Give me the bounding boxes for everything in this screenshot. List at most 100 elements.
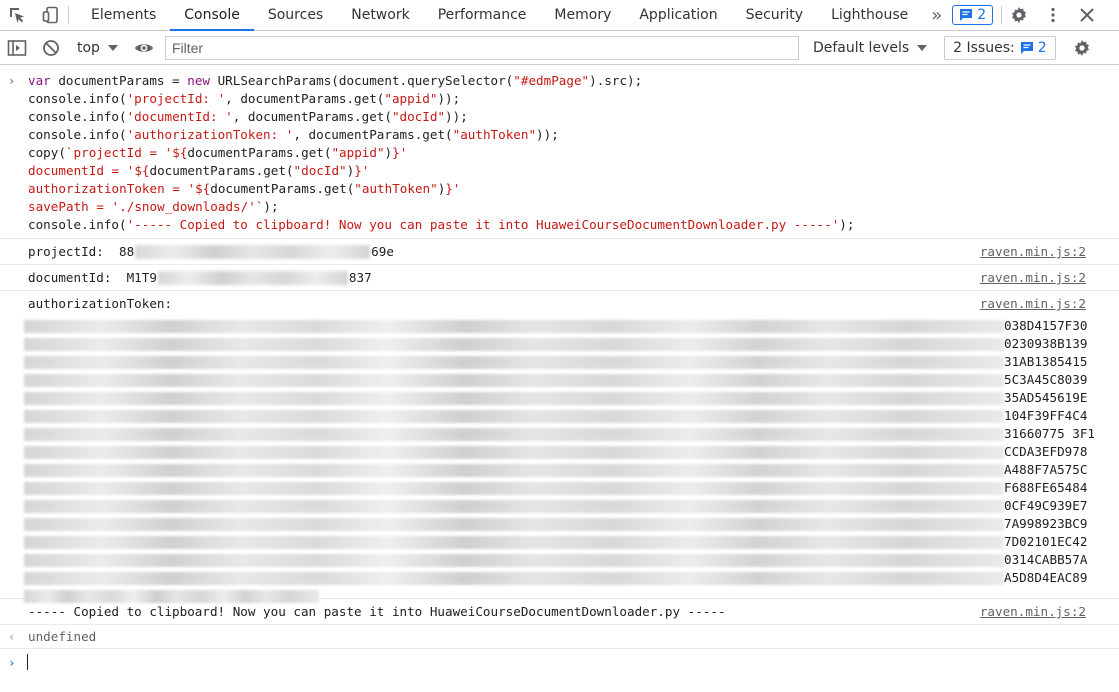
tab-security[interactable]: Security [732, 0, 818, 30]
show-sidebar-icon[interactable] [0, 39, 34, 57]
redacted-token-segment [24, 536, 1004, 549]
value-suffix: 837 [348, 269, 372, 285]
value-prefix: M1T9 [126, 269, 157, 285]
log-label: projectId: [28, 243, 104, 259]
close-devtools-icon[interactable] [1070, 0, 1104, 30]
issues-button[interactable]: 2 Issues: 2 [944, 35, 1056, 60]
log-entry-copied: ----- Copied to clipboard! Now you can p… [0, 599, 1119, 625]
context-selector[interactable]: top [69, 40, 126, 56]
issues-count: 2 [1037, 39, 1047, 56]
code-line: authorizationToken = '${documentParams.g… [28, 181, 461, 196]
code-line: console.info('authorizationToken: ', doc… [28, 127, 559, 142]
log-label: documentId: [28, 269, 112, 285]
issues-label: 2 Issues: [953, 39, 1015, 56]
code-line: copy(`projectId = '${documentParams.get(… [28, 145, 408, 160]
settings-gear-icon[interactable] [1002, 0, 1036, 30]
code-line: console.info('----- Copied to clipboard!… [28, 217, 855, 232]
token-line-end: 31AB1385415 [1004, 354, 1088, 369]
code-line: console.info('projectId: ', documentPara… [28, 91, 461, 106]
redacted-token-value: 038D4157F30 0230938B139 31AB1385415 5C3A45C… [24, 316, 1119, 603]
toolbar-divider [68, 6, 69, 24]
token-line-end: 5C3A45C8039 [1004, 372, 1088, 387]
result-arrow-icon: ‹ [8, 629, 16, 644]
log-message: projectId: 88 69e [28, 244, 394, 260]
token-line-end: 7A998923BC9 [1004, 516, 1088, 531]
issues-badge: 2 [1020, 40, 1047, 56]
filter-input[interactable]: Filter [164, 35, 799, 60]
token-line-end: 35AD545619E [1004, 390, 1088, 405]
log-entry-project-id: projectId: 88 69e raven.min.js:2 [0, 239, 1119, 265]
log-entry-document-id: documentId: M1T9 837 raven.min.js:2 [0, 265, 1119, 291]
token-line-end: A5D8D4EAC89 [1004, 570, 1088, 585]
console-settings-gear-icon[interactable] [1065, 39, 1099, 57]
tab-elements[interactable]: Elements [77, 0, 170, 30]
log-entry-auth-token: authorizationToken: raven.min.js:2 038D4… [0, 291, 1119, 603]
context-value: top [77, 39, 100, 56]
redacted-token-segment [24, 374, 1004, 387]
return-value: undefined [28, 629, 97, 644]
code-line: var documentParams = new URLSearchParams… [28, 73, 643, 88]
more-options-icon[interactable] [1036, 0, 1070, 30]
messages-badge[interactable]: 2 [952, 5, 994, 25]
token-line-end: 104F39FF4C4 [1004, 408, 1088, 423]
redacted-token-segment [24, 518, 1004, 531]
token-line-end: 0314CABB57A [1004, 552, 1088, 567]
command-input-echo: › var documentParams = new URLSearchParam… [0, 66, 1119, 239]
tab-network[interactable]: Network [337, 0, 423, 30]
redacted-token-segment [24, 464, 1004, 477]
prompt-chevron-icon: › [8, 654, 16, 670]
token-line-end: F688FE65484 [1004, 480, 1088, 495]
log-message: ----- Copied to clipboard! Now you can p… [28, 604, 726, 619]
tab-strip: Elements Console Sources Network Performance… [77, 0, 922, 31]
redacted-token-segment [24, 392, 1004, 405]
console-output: › var documentParams = new URLSearchParam… [0, 66, 1119, 675]
redacted-token-segment [24, 572, 1004, 585]
log-label: authorizationToken: [28, 296, 173, 311]
redacted-token-segment [24, 410, 1004, 423]
inspect-element-icon[interactable] [0, 0, 34, 30]
token-line-end: CCDA3EFD978 [1004, 444, 1088, 459]
filter-placeholder: Filter [171, 39, 204, 56]
redacted-token-segment [24, 320, 1004, 333]
redacted-value [135, 245, 371, 260]
redacted-token-segment [24, 446, 1004, 459]
console-toolbar: top Filter Default levels 2 Issues: 2 [0, 31, 1119, 65]
live-expression-eye-icon[interactable] [127, 41, 161, 55]
token-line-end: A488F7A575C [1004, 462, 1088, 477]
tab-sources[interactable]: Sources [254, 0, 337, 30]
message-icon [960, 9, 973, 21]
tab-application[interactable]: Application [625, 0, 731, 30]
redacted-token-segment [24, 428, 1004, 441]
redacted-value [157, 271, 348, 286]
tab-performance[interactable]: Performance [424, 0, 541, 30]
more-tabs-icon[interactable]: » [922, 0, 948, 30]
source-link[interactable]: raven.min.js:2 [980, 270, 1086, 285]
redacted-token-segment [24, 554, 1004, 567]
return-value-row: ‹ undefined [0, 625, 1119, 649]
source-link[interactable]: raven.min.js:2 [980, 296, 1086, 311]
code-line: console.info('documentId: ', documentPar… [28, 109, 468, 124]
devtools-tabbar: Elements Console Sources Network Performance… [0, 0, 1119, 31]
tab-memory[interactable]: Memory [540, 0, 625, 30]
token-line-end: 31660775 3F1 [1004, 426, 1095, 441]
clear-console-icon[interactable] [34, 39, 68, 57]
input-chevron-icon: › [8, 74, 16, 88]
redacted-token-segment [24, 500, 1004, 513]
tab-lighthouse[interactable]: Lighthouse [817, 0, 922, 30]
value-prefix: 88 [119, 243, 135, 259]
log-message: documentId: M1T9 837 [28, 270, 372, 286]
dropdown-arrow-icon [107, 44, 118, 51]
value-suffix: 69e [371, 243, 394, 259]
token-line-end: 0230938B139 [1004, 336, 1088, 351]
source-link[interactable]: raven.min.js:2 [980, 604, 1086, 619]
log-levels-label: Default levels [812, 39, 910, 56]
device-toolbar-icon[interactable] [34, 0, 68, 30]
console-prompt[interactable]: › [0, 649, 1119, 675]
redacted-token-segment [24, 356, 1004, 369]
tab-console[interactable]: Console [170, 0, 254, 31]
text-caret [27, 654, 28, 670]
log-levels-dropdown[interactable]: Default levels [805, 40, 935, 56]
source-link[interactable]: raven.min.js:2 [980, 244, 1086, 259]
token-line-end: 038D4157F30 [1004, 318, 1088, 333]
redacted-token-segment [24, 338, 1004, 351]
